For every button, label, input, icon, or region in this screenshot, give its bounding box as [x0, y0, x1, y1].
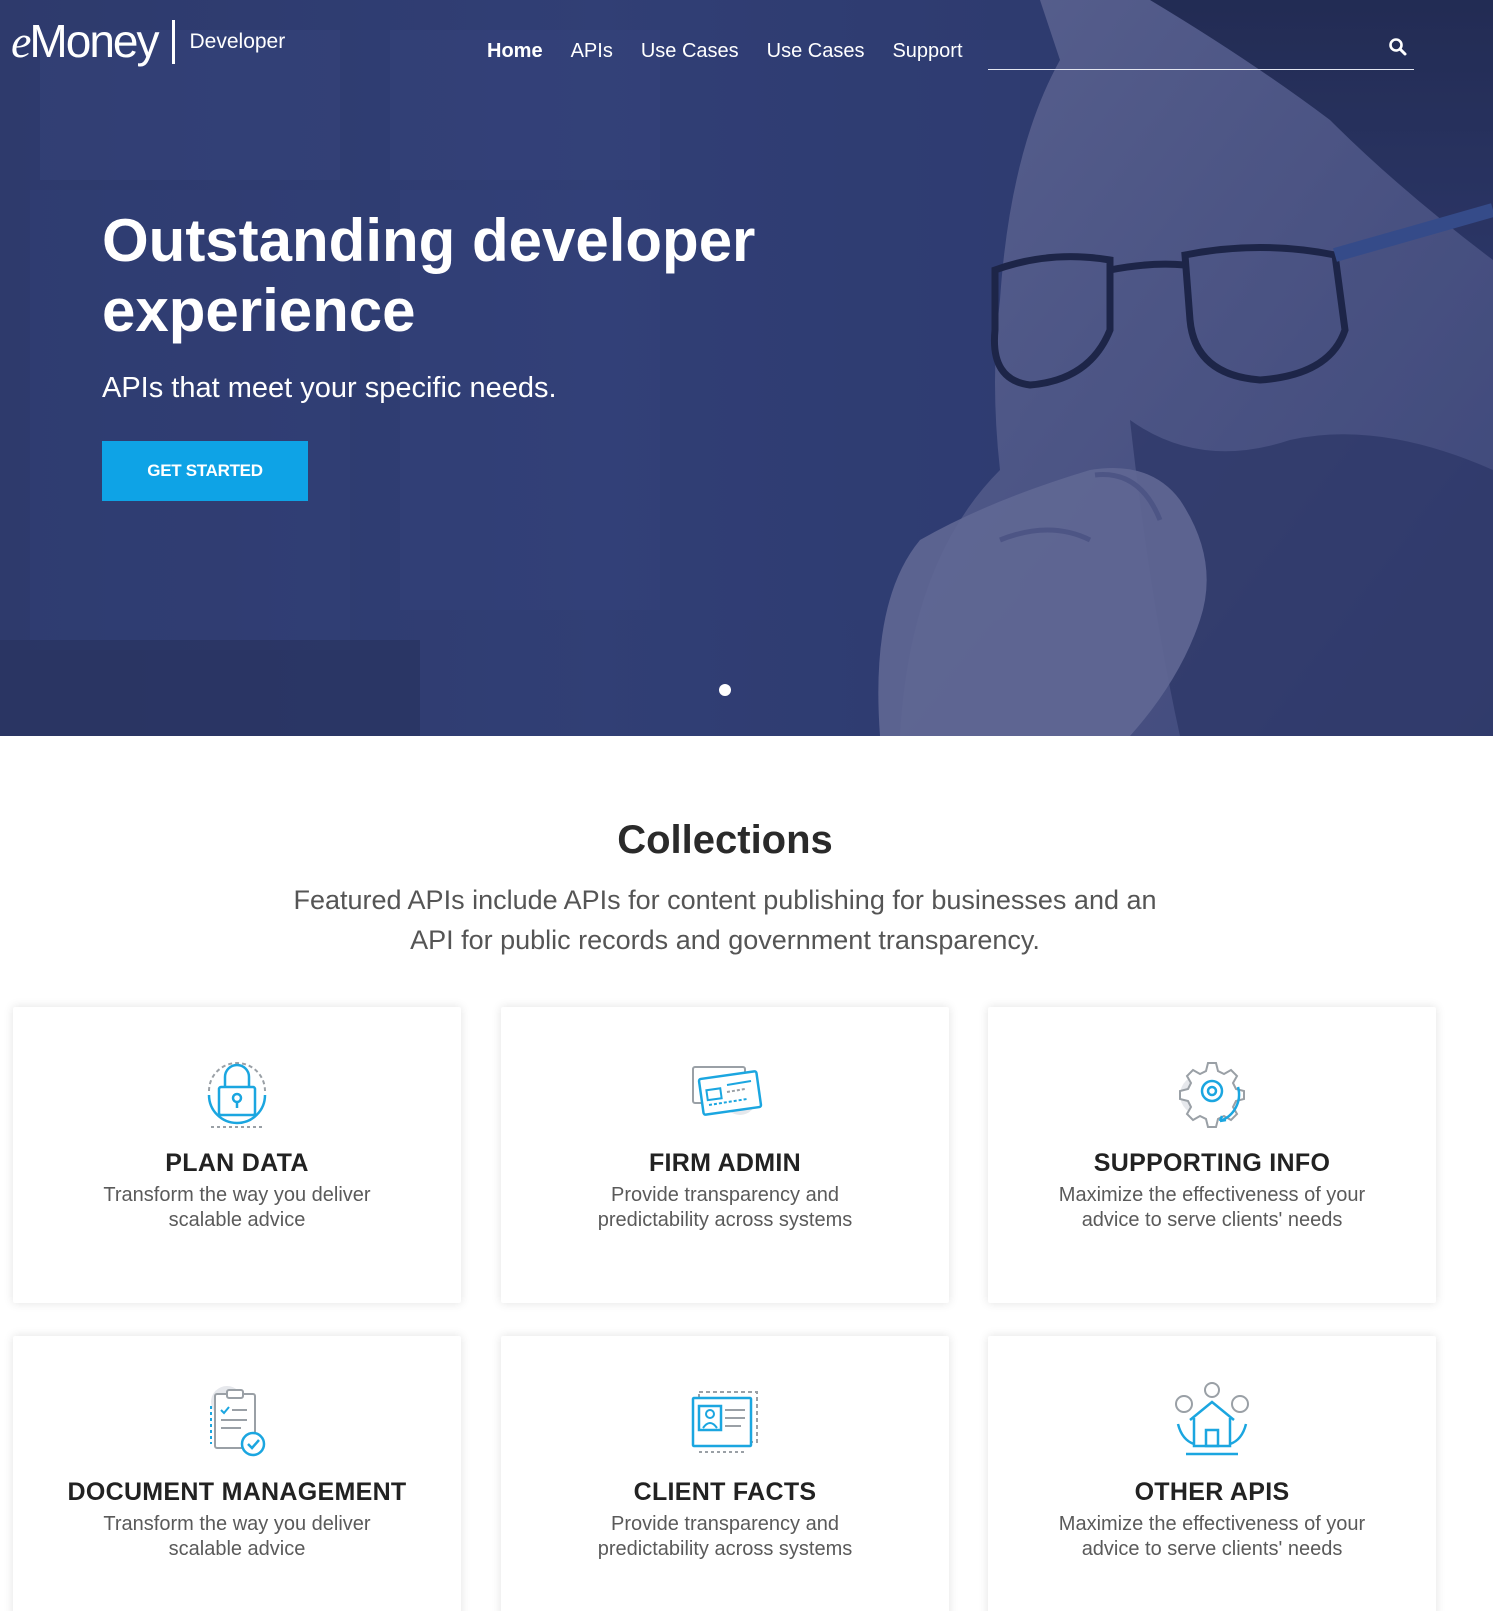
card-title: FIRM ADMIN — [648, 1149, 802, 1177]
card-title: DOCUMENT MANAGEMENT — [67, 1478, 407, 1506]
logo-divider — [171, 19, 175, 64]
card-title: OTHER APIS — [1134, 1478, 1290, 1506]
nav-item-home[interactable]: Home — [487, 40, 543, 63]
clipboard-check-icon — [210, 1386, 266, 1457]
logo-letter-e: e — [11, 16, 31, 67]
nav-item-use-cases[interactable]: Use Cases — [641, 40, 739, 63]
hero-banner: eMoney Developer Home APIs Use Cases Use… — [0, 0, 1493, 736]
logo-wordmark: eMoney — [11, 15, 160, 67]
profile-card-icon — [691, 1391, 758, 1453]
gear-icon — [1179, 1062, 1245, 1128]
logo-money-text: Money — [29, 15, 159, 67]
card-title: SUPPORTING INFO — [1093, 1149, 1331, 1177]
emoney-developer-logo[interactable]: eMoney Developer — [11, 18, 285, 65]
collection-card-supporting-info[interactable]: SUPPORTING INFO Maximize the effectivene… — [988, 1007, 1436, 1303]
collection-card-plan-data[interactable]: PLAN DATA Transform the way you deliver … — [13, 1007, 461, 1303]
nav-item-use-cases-2[interactable]: Use Cases — [767, 40, 865, 63]
card-description: Transform the way you deliver scalable a… — [103, 1184, 371, 1231]
card-description: Maximize the effectiveness of your advic… — [1058, 1513, 1366, 1560]
nav-item-apis[interactable]: APIs — [571, 40, 613, 63]
search-bar — [988, 30, 1414, 70]
collection-card-client-facts[interactable]: CLIENT FACTS Provide transparency and pr… — [501, 1336, 949, 1611]
search-icon[interactable] — [1388, 37, 1408, 57]
card-description: Maximize the effectiveness of your advic… — [1058, 1184, 1366, 1231]
collections-description: Featured APIs include APIs for content p… — [293, 885, 1157, 955]
collection-card-document-management[interactable]: DOCUMENT MANAGEMENT Transform the way yo… — [13, 1336, 461, 1611]
search-input[interactable] — [988, 30, 1378, 68]
hero-subtitle: APIs that meet your specific needs. — [102, 372, 557, 404]
get-started-button[interactable]: GET STARTED — [102, 441, 308, 501]
top-navigation-bar: eMoney Developer Home APIs Use Cases Use… — [0, 0, 1493, 90]
logo-section-label: Developer — [189, 29, 286, 53]
card-description: Transform the way you deliver scalable a… — [103, 1513, 371, 1560]
hero-background-image — [0, 0, 1493, 736]
card-title: CLIENT FACTS — [633, 1478, 817, 1506]
nav-item-support[interactable]: Support — [892, 40, 962, 63]
hero-title: Outstanding developer experience — [102, 207, 756, 344]
card-description: Provide transparency and predictability … — [597, 1184, 853, 1231]
card-title: PLAN DATA — [165, 1149, 309, 1177]
lock-icon — [207, 1062, 267, 1128]
collections-heading: Collections — [617, 818, 833, 862]
collection-card-other-apis[interactable]: OTHER APIS Maximize the effectiveness of… — [988, 1336, 1436, 1611]
house-network-icon — [1175, 1382, 1249, 1456]
main-nav: Home APIs Use Cases Use Cases Support — [487, 40, 991, 63]
id-card-icon — [692, 1066, 763, 1116]
carousel-dot-1[interactable] — [719, 684, 731, 696]
card-description: Provide transparency and predictability … — [597, 1513, 853, 1560]
collection-card-firm-admin[interactable]: FIRM ADMIN Provide transparency and pred… — [501, 1007, 949, 1303]
